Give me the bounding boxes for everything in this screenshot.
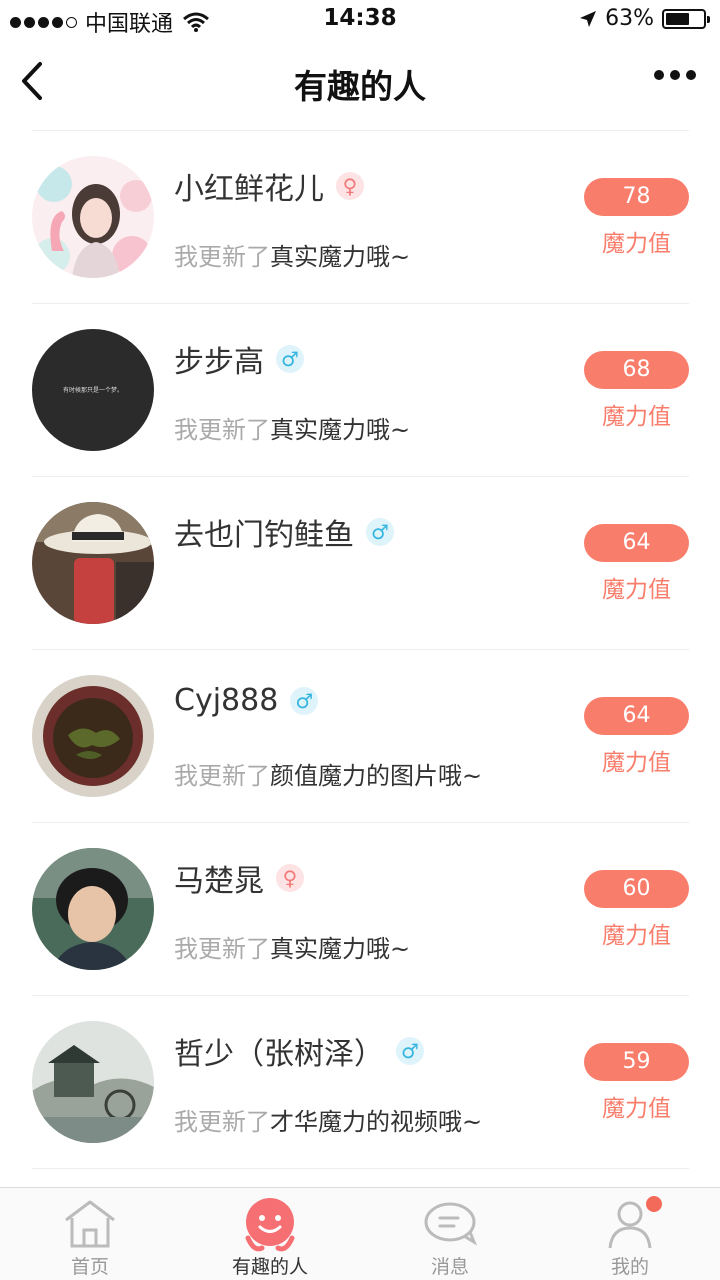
avatar[interactable] (32, 848, 154, 970)
home-icon (65, 1200, 115, 1248)
avatar-caption: 有时候那只是一个梦。 (62, 387, 123, 394)
female-icon: ♀ (336, 172, 364, 200)
female-icon: ♀ (276, 864, 304, 892)
status-text: 真实魔力哦~ (270, 416, 411, 444)
name-line: 马楚晁 ♀ (174, 856, 304, 900)
status-prefix: 我更新了 (174, 762, 270, 790)
tab-messages[interactable]: 消息 (360, 1188, 540, 1280)
score-label: 魔力值 (602, 750, 671, 776)
user-name[interactable]: 去也门钓鲑鱼 (174, 510, 354, 554)
score-label: 魔力值 (602, 577, 671, 603)
message-icon (424, 1202, 478, 1246)
status-right: 63% (579, 6, 710, 31)
status-prefix: 我更新了 (174, 1108, 270, 1136)
user-row[interactable]: Cyj888 ♂ 我更新了颜值魔力的图片哦~ 64 魔力值 (32, 650, 689, 823)
user-row[interactable]: 小红鲜花儿 ♀ 我更新了真实魔力哦~ 78 魔力值 (32, 131, 689, 304)
name-line: 步步高 ♂ (174, 337, 304, 381)
user-row[interactable]: 哲少（张树泽） ♂ 我更新了才华魔力的视频哦~ 59 魔力值 (32, 996, 689, 1169)
user-status: 我更新了颜值魔力的图片哦~ (174, 756, 482, 791)
status-text: 真实魔力哦~ (270, 935, 411, 963)
avatar[interactable] (32, 156, 154, 278)
name-line: 哲少（张树泽） ♂ (174, 1029, 424, 1073)
nav-bar: 有趣的人 (0, 40, 720, 130)
tab-home[interactable]: 首页 (0, 1188, 180, 1280)
status-prefix: 我更新了 (174, 416, 270, 444)
user-name[interactable]: 步步高 (174, 337, 264, 381)
score-badge: 78 (584, 178, 689, 216)
status-text: 颜值魔力的图片哦~ (270, 762, 483, 790)
status-bar: 中国联通 14:38 63% (0, 0, 720, 40)
tab-label: 首页 (70, 1256, 109, 1278)
user-name[interactable]: Cyj888 (174, 683, 278, 718)
avatar[interactable]: 有时候那只是一个梦。 (32, 329, 154, 451)
status-prefix: 我更新了 (174, 935, 270, 963)
user-name[interactable]: 哲少（张树泽） (174, 1029, 384, 1073)
people-icon (245, 1198, 295, 1252)
tab-interesting-people[interactable]: 有趣的人 (180, 1188, 360, 1280)
name-line: 小红鲜花儿 ♀ (174, 164, 364, 208)
score-label: 魔力值 (602, 923, 671, 949)
score-badge: 68 (584, 351, 689, 389)
tab-bar: 首页 有趣的人 消息 我的 (0, 1187, 720, 1280)
location-arrow-icon (580, 10, 597, 27)
avatar[interactable] (32, 502, 154, 624)
male-icon: ♂ (290, 686, 319, 715)
avatar[interactable] (32, 1021, 154, 1143)
name-line: 去也门钓鲑鱼 ♂ (174, 510, 394, 554)
male-icon: ♂ (396, 1037, 424, 1065)
score-label: 魔力值 (602, 231, 671, 257)
score-label: 魔力值 (602, 1096, 671, 1122)
tab-label: 我的 (610, 1256, 649, 1278)
user-name[interactable]: 马楚晁 (174, 856, 264, 900)
user-status: 我更新了才华魔力的视频哦~ (174, 1102, 482, 1137)
tab-profile[interactable]: 我的 (540, 1188, 720, 1280)
avatar[interactable] (32, 675, 154, 797)
score-badge: 64 (584, 524, 689, 562)
user-status: 我更新了真实魔力哦~ (174, 237, 410, 272)
score-badge: 60 (584, 870, 689, 908)
tab-label: 有趣的人 (231, 1256, 308, 1278)
user-row[interactable]: 马楚晁 ♀ 我更新了真实魔力哦~ 60 魔力值 (32, 823, 689, 996)
male-icon: ♂ (276, 345, 304, 373)
score-badge: 64 (584, 697, 689, 735)
male-icon: ♂ (366, 518, 394, 546)
notification-dot (646, 1196, 662, 1212)
user-status: 我更新了真实魔力哦~ (174, 929, 410, 964)
user-status: 我更新了真实魔力哦~ (174, 410, 410, 445)
user-list: 小红鲜花儿 ♀ 我更新了真实魔力哦~ 78 魔力值 有时候那只是一个梦。 步步高… (32, 130, 689, 1169)
page-title: 有趣的人 (294, 67, 426, 106)
tab-label: 消息 (430, 1256, 469, 1278)
user-name[interactable]: 小红鲜花儿 (174, 164, 324, 208)
battery-percent: 63% (605, 6, 654, 31)
user-row[interactable]: 有时候那只是一个梦。 步步高 ♂ 我更新了真实魔力哦~ 68 魔力值 (32, 304, 689, 477)
status-text: 真实魔力哦~ (270, 243, 411, 271)
more-icon[interactable] (654, 70, 696, 80)
status-text: 才华魔力的视频哦~ (270, 1108, 483, 1136)
battery-icon (662, 8, 710, 29)
user-row[interactable]: 去也门钓鲑鱼 ♂ 64 魔力值 (32, 477, 689, 650)
name-line: Cyj888 ♂ (174, 683, 319, 718)
score-badge: 59 (584, 1043, 689, 1081)
score-label: 魔力值 (602, 404, 671, 430)
status-prefix: 我更新了 (174, 243, 270, 271)
